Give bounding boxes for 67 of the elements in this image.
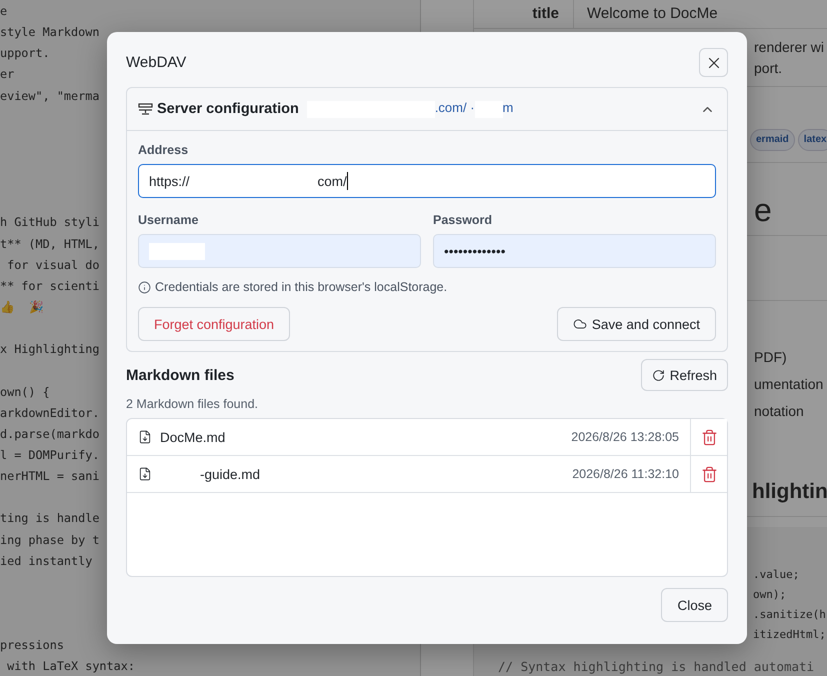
forget-configuration-button[interactable]: Forget configuration [138, 307, 290, 341]
code-comment: // Syntax highlighting is handled automati [498, 658, 814, 676]
code-line: d.parse(markdo [0, 426, 100, 441]
table-cell: title [474, 0, 574, 28]
code-line: own() { [0, 384, 50, 399]
code-line: ied instantly [0, 554, 92, 568]
input-field[interactable] [138, 234, 421, 268]
page-heading: e [754, 192, 772, 228]
field-label: Address [138, 143, 190, 157]
server-summary: .com/ · m [306, 100, 514, 118]
code-line: t** (MD, HTML, [0, 236, 100, 251]
modified-date: 2026/8/26 11:32:10 [572, 467, 679, 481]
file-download-icon [138, 467, 152, 481]
field-label: Password [433, 213, 494, 227]
tag: ermaid [750, 129, 795, 151]
code-line: .value; [753, 566, 800, 583]
code-line: .sanitize(h [753, 606, 826, 623]
close-button[interactable]: Close [661, 588, 728, 622]
code-line: pressions [0, 638, 64, 652]
code-line: ting is handle [0, 511, 100, 526]
code-line: itizedHtml; [753, 626, 826, 643]
code-line: e [0, 4, 8, 18]
trash-icon [700, 428, 718, 446]
code-line: er [0, 67, 14, 82]
code-line: x Highlighting [0, 342, 100, 356]
code-line: nerHTML = sani [0, 469, 100, 484]
description-text: renderer wi [754, 38, 824, 57]
server-icon [138, 103, 153, 115]
code-line: style Markdown [0, 25, 100, 40]
input-field[interactable]: https:// com/ [138, 164, 716, 198]
code-line: l = DOMPurify. [0, 448, 100, 462]
trash-icon [700, 466, 718, 482]
credentials-note: Credentials are stored in this browser's localStorage. [155, 280, 448, 294]
code-line: 👍 🎉 [0, 300, 44, 314]
input-field[interactable]: ••••••••••••• [433, 234, 716, 268]
code-line: arkdownEditor. [0, 406, 100, 420]
code-line: ing phase by t [0, 532, 100, 547]
code-line: h GitHub styli [0, 215, 100, 230]
list-item: PDF) [754, 348, 787, 367]
code-line: upport. [0, 46, 50, 60]
list-item: notation [754, 402, 804, 421]
save-and-connect-button[interactable]: Save and connect [556, 307, 716, 341]
section-heading: hlightin [752, 480, 827, 503]
tag: latex [798, 129, 827, 151]
file-item[interactable]: DocMe.md 2026/8/26 13:28:05 [127, 419, 690, 455]
field-label: Username [138, 213, 200, 227]
code-line: own); [753, 586, 786, 603]
accordion-header[interactable]: Server configuration .com/ · m [127, 88, 727, 131]
code-line: eview", "merma [0, 88, 100, 103]
description-text: port. [754, 59, 782, 78]
list-item: umentation [754, 374, 824, 394]
file-count-text: 2 Markdown files found. [126, 397, 260, 411]
code-line: with LaTeX syntax: [6, 659, 135, 674]
delete-button[interactable] [690, 419, 727, 455]
file-download-icon [138, 430, 152, 444]
cloud-icon [572, 317, 587, 331]
close-button[interactable] [699, 48, 728, 77]
refresh-icon [652, 368, 665, 382]
refresh-button[interactable]: Refresh [640, 359, 728, 391]
info-icon [138, 280, 151, 294]
modified-date: 2026/8/26 13:28:05 [571, 430, 679, 444]
section-heading: Markdown files [126, 366, 234, 384]
table-cell-text: Welcome to DocMe [586, 4, 718, 24]
code-line: for visual do [6, 258, 100, 272]
dialog-title: WebDAV [126, 54, 186, 71]
code-line: ** for scienti [0, 278, 100, 293]
file-item[interactable]: -guide.md 2026/8/26 11:32:10 [127, 456, 690, 492]
